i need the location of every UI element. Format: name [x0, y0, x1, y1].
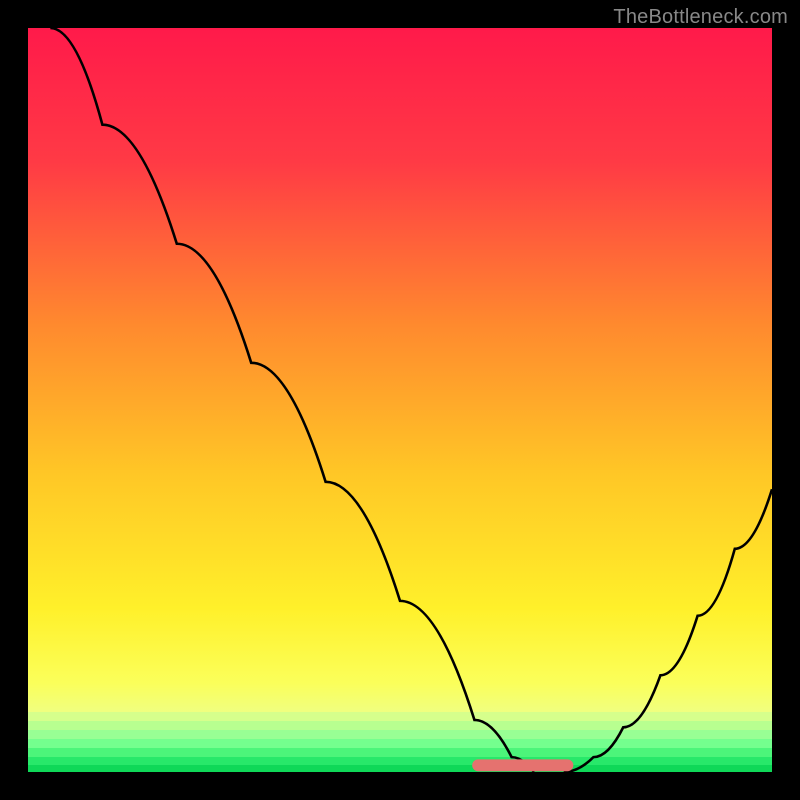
left-curve: [50, 28, 534, 772]
right-curve: [564, 489, 772, 772]
curve-overlay: [28, 28, 772, 772]
watermark-text: TheBottleneck.com: [613, 6, 788, 29]
chart-plot-area: [28, 28, 772, 772]
